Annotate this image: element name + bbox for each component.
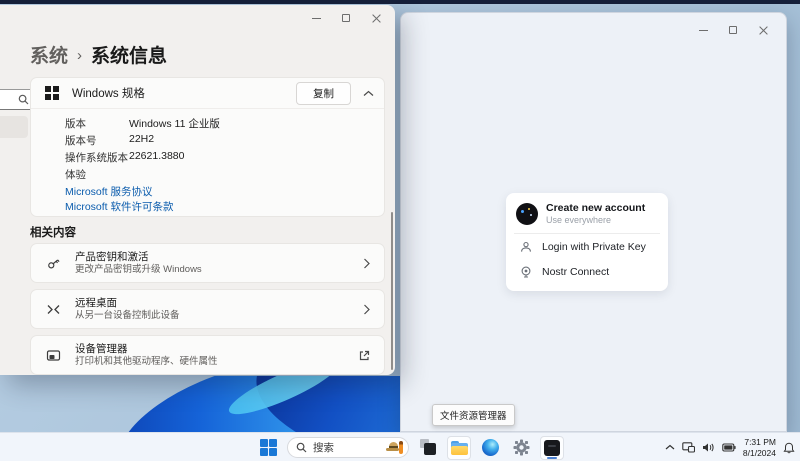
- spec-row-version-number: 版本号 22H2: [65, 133, 384, 150]
- edge-icon: [482, 439, 499, 456]
- breadcrumb-system[interactable]: 系统: [30, 41, 68, 68]
- specs-card-title: Windows 规格: [72, 85, 296, 101]
- nostr-app-icon: [544, 440, 560, 456]
- file-explorer-button[interactable]: [447, 436, 471, 460]
- active-app-indicator: [547, 457, 557, 459]
- login-private-key-option[interactable]: Login with Private Key: [516, 234, 658, 259]
- search-highlight-icon[interactable]: [386, 441, 403, 454]
- login-options-card: Create new account Use everywhere Login …: [506, 193, 668, 291]
- minimize-icon: [312, 18, 321, 19]
- hidden-icons-chevron[interactable]: [665, 444, 675, 451]
- notifications-bell-icon[interactable]: [783, 442, 795, 454]
- spec-row-os-build: 操作系统版本 22621.3880: [65, 150, 384, 167]
- close-icon: [372, 14, 381, 23]
- nostr-connect-option[interactable]: Nostr Connect: [516, 259, 658, 284]
- spec-row-experience: 体验: [65, 167, 384, 184]
- person-icon: [519, 241, 533, 253]
- close-button[interactable]: [748, 21, 778, 39]
- window-controls: [688, 21, 778, 39]
- maximize-icon: [729, 26, 737, 34]
- cast-display-icon[interactable]: [682, 442, 695, 453]
- wallpaper-bloom: [104, 376, 400, 432]
- remote-desktop-item[interactable]: 远程桌面 从另一台设备控制此设备: [30, 289, 385, 329]
- sidebar-selected-item[interactable]: [0, 116, 28, 138]
- task-view-button[interactable]: [416, 436, 440, 460]
- create-account-label: Create new account: [546, 202, 645, 215]
- key-icon: [45, 255, 62, 272]
- create-account-subtitle: Use everywhere: [546, 215, 645, 226]
- connect-icon: [519, 266, 533, 278]
- search-icon: [296, 442, 307, 453]
- settings-search-input[interactable]: [0, 89, 34, 110]
- windows-logo-icon: [45, 86, 59, 100]
- remote-desktop-icon: [45, 301, 62, 318]
- related-content-title: 相关内容: [30, 224, 76, 240]
- volume-icon[interactable]: [702, 442, 715, 453]
- chevron-up-icon[interactable]: [363, 90, 374, 97]
- breadcrumb: 系统 › 系统信息: [30, 41, 167, 68]
- taskbar-clock[interactable]: 7:31 PM 8/1/2024: [743, 437, 776, 457]
- spec-row-version: 版本 Windows 11 企业版: [65, 116, 384, 133]
- windows-start-icon: [260, 439, 277, 456]
- search-icon: [18, 94, 29, 105]
- minimize-button[interactable]: [301, 9, 331, 27]
- settings-window: 系统 › 系统信息 Windows 规格 复制 版本 Windows 11 企业…: [0, 5, 395, 375]
- edge-button[interactable]: [478, 436, 502, 460]
- file-explorer-icon: [451, 441, 468, 455]
- search-placeholder: 搜索: [313, 440, 386, 455]
- page-title: 系统信息: [91, 41, 167, 68]
- clock-date: 8/1/2024: [743, 448, 776, 458]
- create-account-option[interactable]: Create new account Use everywhere: [516, 202, 658, 225]
- close-button[interactable]: [361, 9, 391, 27]
- desktop-top-strip: [0, 0, 800, 4]
- nostr-avatar: [516, 203, 538, 225]
- battery-icon[interactable]: [722, 443, 736, 452]
- nostr-connect-label: Nostr Connect: [542, 266, 609, 278]
- minimize-button[interactable]: [688, 21, 718, 39]
- maximize-button[interactable]: [718, 21, 748, 39]
- taskbar: 搜索: [0, 432, 800, 461]
- login-private-key-label: Login with Private Key: [542, 241, 646, 253]
- chevron-right-icon: [363, 258, 370, 269]
- nostr-app-window: Create new account Use everywhere Login …: [400, 12, 787, 432]
- breadcrumb-separator: ›: [77, 46, 82, 64]
- minimize-icon: [699, 30, 708, 31]
- clock-time: 7:31 PM: [743, 437, 776, 447]
- nostr-app-button[interactable]: [540, 436, 564, 460]
- services-agreement-link[interactable]: Microsoft 服务协议: [65, 184, 384, 199]
- window-controls: [301, 9, 391, 27]
- maximize-button[interactable]: [331, 9, 361, 27]
- software-license-link[interactable]: Microsoft 软件许可条款: [65, 199, 384, 214]
- settings-button[interactable]: [509, 436, 533, 460]
- product-key-activation-item[interactable]: 产品密钥和激活 更改产品密钥或升级 Windows: [30, 243, 385, 283]
- task-view-icon: [420, 439, 437, 456]
- windows-specs-card: Windows 规格 复制 版本 Windows 11 企业版 版本号 22H2…: [30, 77, 385, 217]
- scrollbar-thumb[interactable]: [391, 212, 393, 370]
- start-button[interactable]: [256, 436, 280, 460]
- device-manager-icon: [45, 347, 62, 364]
- copy-button[interactable]: 复制: [296, 82, 351, 105]
- external-link-icon: [359, 350, 370, 361]
- device-manager-item[interactable]: 设备管理器 打印机和其他驱动程序、硬件属性: [30, 335, 385, 375]
- maximize-icon: [342, 14, 350, 22]
- close-icon: [759, 26, 768, 35]
- gear-icon: [513, 439, 530, 456]
- chevron-right-icon: [363, 304, 370, 315]
- file-explorer-tooltip: 文件资源管理器: [432, 404, 515, 426]
- taskbar-search[interactable]: 搜索: [287, 437, 409, 458]
